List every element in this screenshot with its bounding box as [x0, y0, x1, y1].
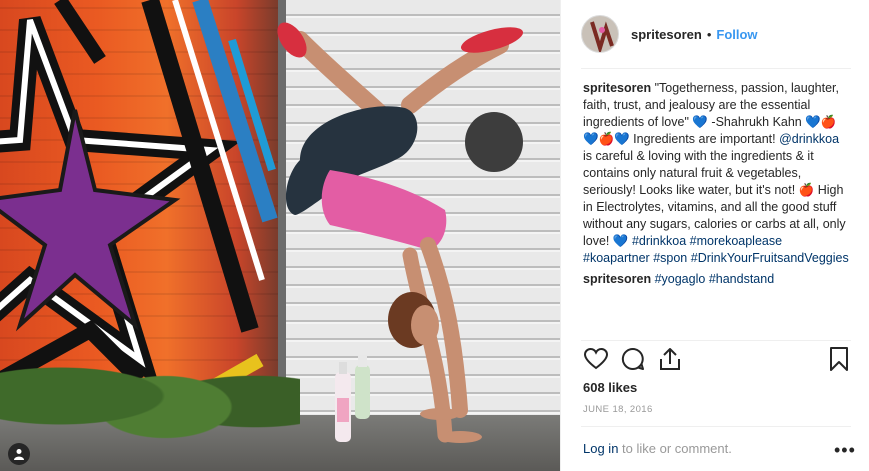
separator-dot: •	[706, 26, 712, 42]
post-header: spritesoren • Follow	[581, 14, 851, 54]
instagram-post: spritesoren • Follow spritesoren "Togeth…	[0, 0, 869, 471]
action-bar	[583, 346, 851, 374]
caption-text: -Shahrukh Kahn	[707, 115, 806, 129]
login-prompt: Log in to like or comment.	[583, 441, 732, 456]
login-link[interactable]: Log in	[583, 441, 618, 456]
comment-bubble-icon[interactable]	[620, 346, 646, 372]
caption-author[interactable]: spritesoren	[583, 81, 651, 95]
likes-count[interactable]: 608 likes	[583, 380, 637, 395]
login-prompt-text: to like or comment.	[618, 441, 732, 456]
footer-divider	[581, 426, 851, 427]
hashtag-link[interactable]: #morekoaplease	[690, 234, 782, 248]
heart-icon[interactable]	[583, 346, 609, 372]
blue-heart-emoji: 💙	[612, 234, 629, 248]
header-username[interactable]: spritesoren	[631, 27, 702, 42]
comment-author[interactable]: spritesoren	[583, 272, 651, 286]
actions-divider	[581, 340, 851, 341]
caption-text: is careful & loving with the ingredients…	[583, 149, 814, 197]
apple-emoji: 🍎	[798, 183, 815, 197]
mention-link[interactable]: @drinkkoa	[779, 132, 839, 146]
hashtag-link[interactable]: #koapartner	[583, 251, 650, 265]
share-icon[interactable]	[657, 346, 683, 372]
hashtag-link[interactable]: #DrinkYourFruitsandVeggies	[691, 251, 849, 265]
header-divider	[581, 68, 851, 69]
avatar[interactable]	[581, 15, 619, 53]
follow-button[interactable]: Follow	[716, 27, 757, 42]
post-photo[interactable]	[0, 0, 560, 471]
post-sidebar: spritesoren • Follow spritesoren "Togeth…	[560, 0, 869, 471]
bookmark-icon[interactable]	[826, 346, 852, 372]
comment: spritesoren #yogaglo #handstand	[583, 271, 851, 288]
more-options-icon[interactable]: •••	[834, 440, 856, 461]
yogi-handstand	[277, 22, 524, 443]
hashtag-link[interactable]: #handstand	[709, 272, 774, 286]
comments-section: spritesoren "Togetherness, passion, laug…	[583, 80, 851, 344]
hashtag-link[interactable]: #drinkkoa	[632, 234, 686, 248]
post-date[interactable]: JUNE 18, 2016	[583, 404, 653, 415]
user-tag-icon[interactable]	[8, 443, 30, 465]
caption: spritesoren "Togetherness, passion, laug…	[583, 80, 851, 267]
hashtag-link[interactable]: #spon	[653, 251, 687, 265]
caption-text: Ingredients are important!	[629, 132, 780, 146]
hashtag-link[interactable]: #yogaglo	[655, 272, 706, 286]
blue-heart-emoji: 💙	[692, 115, 708, 129]
